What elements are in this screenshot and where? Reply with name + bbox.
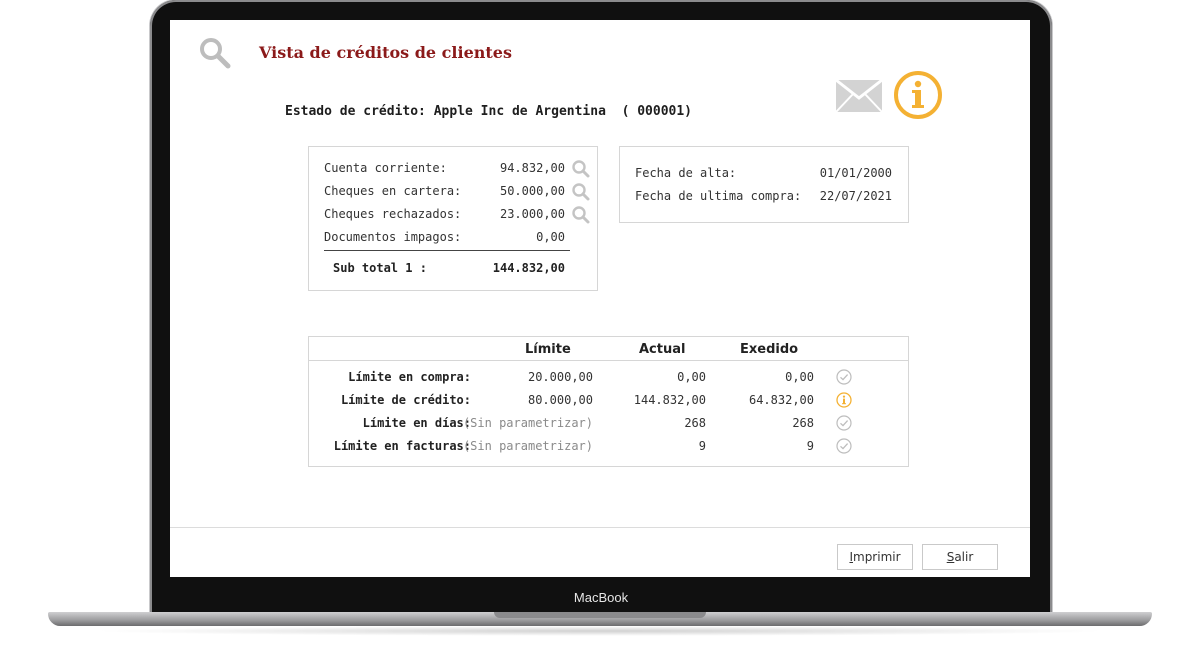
col-header-actual: Actual bbox=[639, 342, 686, 357]
limits-header-divider bbox=[309, 360, 908, 361]
balances-panel: Cuenta corriente: 94.832,00 Cheques en c… bbox=[308, 146, 598, 291]
limit-label: Límite en compra: bbox=[348, 370, 471, 384]
actual-value: 144.832,00 bbox=[633, 393, 706, 407]
exit-button[interactable]: Salir bbox=[922, 544, 998, 570]
limit-value: (Sin parametrizar) bbox=[462, 439, 593, 453]
client-name: Apple Inc de Argentina bbox=[433, 104, 606, 119]
date-value: 22/07/2021 bbox=[819, 189, 892, 203]
exceeded-value: 64.832,00 bbox=[748, 393, 814, 407]
limits-panel: Límite Actual Exedido Límite en compra: … bbox=[308, 336, 909, 467]
subtotal-value: 144.832,00 bbox=[492, 261, 565, 275]
search-icon[interactable] bbox=[571, 205, 591, 225]
check-circle-icon bbox=[836, 369, 852, 385]
info-icon bbox=[836, 392, 852, 408]
credit-status-heading: Estado de crédito: Apple Inc de Argentin… bbox=[285, 104, 692, 119]
limit-label: Límite de crédito: bbox=[340, 393, 471, 407]
dates-panel: Fecha de alta: 01/01/2000 Fecha de ultim… bbox=[619, 146, 909, 223]
search-icon[interactable] bbox=[571, 159, 591, 179]
subtotal-label: Sub total 1 : bbox=[333, 261, 427, 275]
print-button-label: mprimir bbox=[853, 550, 901, 564]
search-icon bbox=[200, 38, 231, 69]
search-icon[interactable] bbox=[571, 182, 591, 202]
laptop-shadow bbox=[90, 626, 1110, 636]
actual-value: 9 bbox=[698, 439, 706, 453]
print-button[interactable]: Imprimir bbox=[837, 544, 913, 570]
limit-label: Límite en facturas: bbox=[333, 439, 471, 453]
col-header-limit: Límite bbox=[525, 342, 571, 357]
laptop-brand-label: MacBook bbox=[573, 590, 629, 605]
actual-value: 0,00 bbox=[677, 370, 706, 384]
balance-value: 23.000,00 bbox=[499, 207, 565, 221]
balance-label: Cuenta corriente: bbox=[324, 161, 447, 175]
col-header-exceeded: Exedido bbox=[740, 342, 799, 357]
credit-status-label: Estado de crédito: bbox=[285, 104, 426, 119]
subtotal-divider bbox=[324, 250, 570, 251]
client-code: ( 000001) bbox=[621, 104, 693, 119]
info-icon[interactable] bbox=[893, 70, 943, 120]
date-label: Fecha de ultima compra: bbox=[635, 189, 802, 203]
limit-label: Límite en días: bbox=[362, 416, 471, 430]
exceeded-value: 268 bbox=[792, 416, 814, 430]
balance-value: 94.832,00 bbox=[499, 161, 565, 175]
date-value: 01/01/2000 bbox=[819, 166, 892, 180]
date-label: Fecha de alta: bbox=[635, 166, 737, 180]
actual-value: 268 bbox=[684, 416, 706, 430]
mail-icon[interactable] bbox=[835, 78, 883, 114]
balance-value: 0,00 bbox=[536, 230, 565, 244]
footer-divider bbox=[170, 527, 1030, 528]
check-circle-icon bbox=[836, 415, 852, 431]
exceeded-value: 9 bbox=[806, 439, 814, 453]
balance-label: Cheques rechazados: bbox=[324, 207, 462, 221]
exit-button-label: alir bbox=[954, 550, 974, 564]
limit-value: 20.000,00 bbox=[527, 370, 593, 384]
page-title: Vista de créditos de clientes bbox=[259, 43, 512, 62]
balance-label: Cheques en cartera: bbox=[324, 184, 462, 198]
laptop-notch bbox=[494, 612, 706, 618]
balance-value: 50.000,00 bbox=[499, 184, 565, 198]
check-circle-icon bbox=[836, 438, 852, 454]
exceeded-value: 0,00 bbox=[785, 370, 814, 384]
balance-label: Documentos impagos: bbox=[324, 230, 462, 244]
limit-value: (Sin parametrizar) bbox=[462, 416, 593, 430]
limit-value: 80.000,00 bbox=[527, 393, 593, 407]
